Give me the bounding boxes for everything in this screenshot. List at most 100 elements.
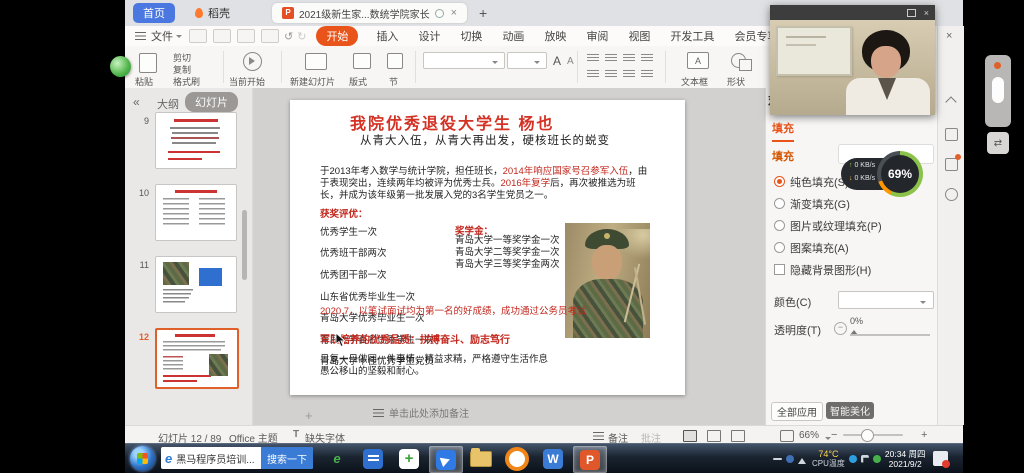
font-name-combo[interactable] — [423, 52, 505, 69]
menu-start-tab[interactable]: 开始 — [316, 26, 358, 46]
video-call-window[interactable]: × — [770, 5, 935, 115]
search-go-button[interactable]: 搜索一下 — [261, 447, 313, 469]
taskbar-wps-writer[interactable]: W — [537, 446, 569, 471]
bullet-list-icon[interactable] — [587, 70, 599, 79]
undo-icon[interactable]: ↺ — [284, 30, 293, 43]
tray-blue-icon[interactable] — [786, 455, 794, 463]
smart-beautify-button[interactable]: 智能美化 — [826, 402, 874, 419]
side-toolbar-handle[interactable] — [992, 77, 1004, 103]
textbox-label[interactable]: 文本框 — [681, 75, 708, 88]
menu-insert-tab[interactable]: 插入 — [376, 28, 398, 44]
hide-background-checkbox[interactable] — [774, 264, 785, 275]
notes-bar[interactable]: + 单击此处添加备注 — [253, 400, 765, 425]
tray-show-hidden-icon[interactable] — [798, 454, 806, 464]
tray-badge-app-icon[interactable] — [933, 451, 948, 466]
slides-tab[interactable]: 幻灯片 — [185, 92, 238, 112]
slide-title[interactable]: 我院优秀退役大学生 杨也 — [350, 110, 554, 134]
print-icon[interactable] — [237, 29, 255, 43]
play-from-current-icon[interactable] — [243, 52, 262, 71]
slide-thumbnail-12-current[interactable] — [155, 328, 239, 389]
taskbar-file-explorer[interactable] — [465, 446, 497, 471]
help-panel-icon[interactable] — [945, 188, 958, 201]
zoom-slider-knob[interactable] — [861, 429, 874, 442]
scholarship-list[interactable]: 青岛大学一等奖学金一次 青岛大学二等奖学金一次 青岛大学三等奖学金两次 — [455, 235, 560, 271]
tab-document[interactable]: P 2021级新生家...数统学院家长会 × — [272, 3, 467, 23]
format-painter-button[interactable]: 格式刷 — [173, 75, 200, 88]
align-center-icon[interactable] — [605, 54, 617, 63]
new-slide-icon[interactable] — [305, 53, 327, 70]
slide-thumbnail-11[interactable] — [155, 256, 237, 313]
output-icon[interactable] — [213, 29, 231, 43]
taskbar-recorder[interactable] — [501, 446, 533, 471]
taskbar-clock[interactable]: 20:34 周四 2021/9/2 — [885, 449, 926, 469]
font-size-combo[interactable] — [507, 52, 547, 69]
tray-network-icon[interactable] — [849, 455, 857, 463]
save-icon[interactable] — [189, 29, 207, 43]
menu-view-tab[interactable]: 视图 — [628, 28, 650, 44]
number-list-icon[interactable] — [605, 70, 617, 79]
gradient-fill-radio[interactable] — [774, 198, 785, 209]
add-slide-button[interactable]: + — [305, 408, 313, 423]
floating-assistant-bubble[interactable] — [110, 56, 131, 77]
slide-subtitle[interactable]: 从青大入伍，从青大再出发，硬核班长的蜕变 — [360, 132, 610, 148]
tab-home[interactable]: 首页 — [133, 3, 175, 23]
new-slide-label[interactable]: 新建幻灯片 — [290, 75, 335, 88]
apply-all-button[interactable]: 全部应用 — [771, 402, 823, 421]
design-panel-icon[interactable] — [945, 158, 958, 171]
picture-fill-radio[interactable] — [774, 220, 785, 231]
taskbar-tencent-classroom[interactable] — [429, 446, 463, 473]
floating-side-toolbar[interactable] — [985, 55, 1011, 127]
menu-devtools-tab[interactable]: 开发工具 — [670, 28, 714, 44]
start-button[interactable] — [130, 446, 155, 471]
zoom-percent[interactable]: 66% — [799, 430, 819, 441]
video-maximize-icon[interactable] — [907, 9, 916, 17]
tray-green-icon[interactable] — [873, 455, 881, 463]
taskbar-search-box[interactable]: e 黑马程序员培训... 搜索一下 — [161, 447, 313, 469]
soldier-photo[interactable] — [565, 223, 650, 338]
tray-minimized-icon[interactable] — [773, 458, 782, 460]
grow-font-button[interactable]: A — [553, 54, 561, 68]
taskbar-ie-browser[interactable]: e — [321, 446, 353, 471]
align-left-icon[interactable] — [587, 54, 599, 63]
color-dropdown[interactable] — [838, 291, 934, 309]
outline-tab[interactable]: 大纲 — [157, 96, 179, 112]
layout-icon[interactable] — [353, 53, 371, 69]
shapes-label[interactable]: 形状 — [727, 75, 745, 88]
fill-section-header[interactable]: 填充 — [772, 148, 794, 164]
taskbar-wps-presentation[interactable]: P — [573, 446, 607, 473]
fill-tab[interactable]: 填充 — [772, 120, 794, 142]
gradient-fill-label[interactable]: 渐变填充(G) — [790, 196, 850, 212]
picture-fill-label[interactable]: 图片或纹理填充(P) — [790, 218, 882, 234]
pattern-fill-radio[interactable] — [774, 242, 785, 253]
transparency-slider-track[interactable] — [850, 334, 930, 336]
hide-background-label[interactable]: 隐藏背景图形(H) — [790, 262, 871, 278]
pattern-fill-label[interactable]: 图案填充(A) — [790, 240, 849, 256]
properties-panel-icon[interactable] — [945, 128, 958, 141]
slide-editing-area[interactable]: 我院优秀退役大学生 杨也 从青大入伍，从青大再出发，硬核班长的蜕变 于2013年… — [290, 100, 685, 395]
panel-close-icon[interactable]: × — [946, 30, 952, 42]
section-label[interactable]: 节 — [389, 75, 398, 88]
collapse-panel-icon[interactable] — [945, 96, 956, 107]
tab-close-icon[interactable]: × — [451, 7, 457, 19]
video-title-bar[interactable]: × — [770, 5, 935, 20]
shrink-font-button[interactable]: A — [567, 56, 574, 67]
align-right-icon[interactable] — [623, 54, 635, 63]
hamburger-icon[interactable] — [135, 32, 146, 40]
slide-thumbnail-9[interactable] — [155, 112, 237, 169]
justify-icon[interactable] — [641, 54, 653, 63]
taskbar-media-player[interactable] — [357, 446, 389, 471]
tray-flag-icon[interactable] — [861, 455, 869, 463]
indent-icon[interactable] — [623, 70, 635, 79]
notes-hint[interactable]: 单击此处添加备注 — [389, 405, 469, 420]
line-spacing-icon[interactable] — [641, 70, 653, 79]
slide-thumbnail-10[interactable] — [155, 184, 237, 241]
menu-slideshow-tab[interactable]: 放映 — [544, 28, 566, 44]
new-tab-button[interactable]: + — [479, 5, 487, 21]
zoom-out-button[interactable]: − — [831, 429, 837, 441]
solid-fill-radio[interactable] — [774, 176, 785, 187]
preview-icon[interactable] — [261, 29, 279, 43]
layout-label[interactable]: 版式 — [349, 75, 367, 88]
fit-slide-icon[interactable] — [780, 430, 794, 442]
paste-icon[interactable] — [139, 53, 157, 73]
section-icon[interactable] — [387, 53, 403, 69]
